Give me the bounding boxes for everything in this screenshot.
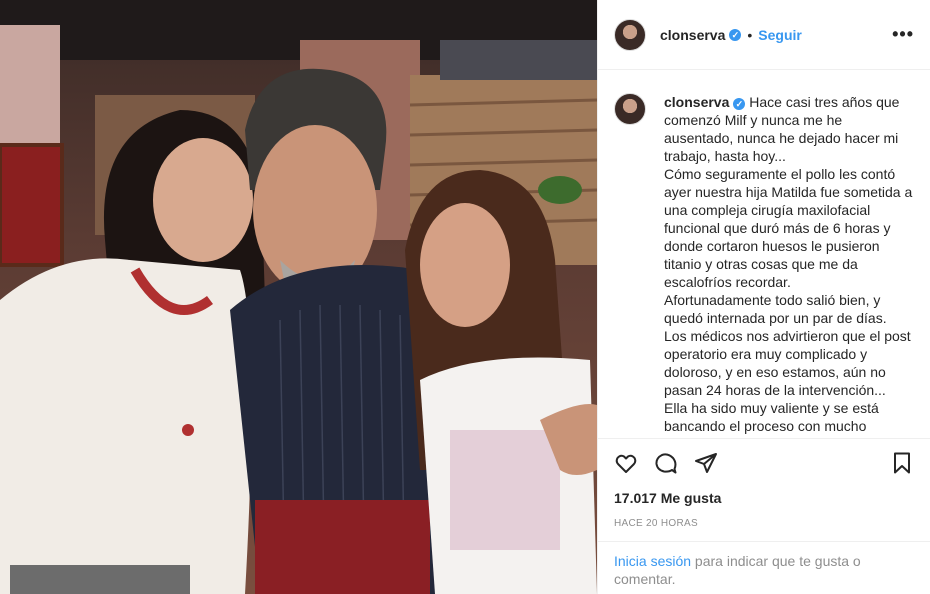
caption-username[interactable]: clonserva (664, 94, 729, 110)
post-photo[interactable] (0, 0, 597, 594)
username-link[interactable]: clonserva (660, 27, 725, 43)
caption-text: Hace casi tres años que comenzó Milf y n… (664, 94, 913, 434)
bookmark-icon[interactable] (890, 451, 914, 475)
caption-section[interactable]: clonserva ✓ Hace casi tres años que comen… (598, 71, 930, 437)
avatar[interactable] (614, 18, 646, 51)
login-prompt: Inicia sesión para indicar que te gusta … (598, 541, 930, 594)
separator-dot: • (747, 26, 753, 43)
timestamp[interactable]: HACE 20 HORAS (614, 518, 698, 529)
verified-badge-icon: ✓ (729, 28, 742, 41)
action-bar (598, 438, 930, 490)
comment-icon[interactable] (654, 451, 678, 475)
post-side-panel: clonserva ✓ • Seguir ••• clonserva ✓ Hace… (597, 0, 930, 594)
more-options-icon[interactable]: ••• (892, 24, 914, 45)
follow-button[interactable]: Seguir (758, 27, 802, 43)
photo-illustration (0, 0, 597, 594)
login-link[interactable]: Inicia sesión (614, 553, 691, 569)
heart-icon[interactable] (614, 451, 638, 475)
caption-verified-badge-icon: ✓ (733, 98, 746, 110)
likes-count[interactable]: 17.017 Me gusta (614, 490, 721, 506)
post-header: clonserva ✓ • Seguir ••• (598, 0, 930, 70)
share-icon[interactable] (694, 451, 718, 475)
caption: clonserva ✓ Hace casi tres años que comen… (664, 93, 914, 437)
caption-avatar[interactable] (614, 93, 646, 125)
